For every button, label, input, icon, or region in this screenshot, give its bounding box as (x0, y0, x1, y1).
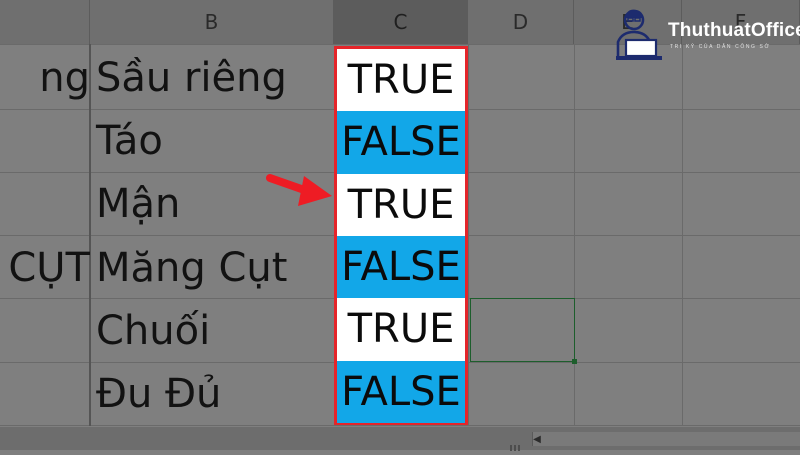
grid-line (574, 44, 575, 426)
scroll-left-icon[interactable]: ◀ (530, 432, 544, 446)
logo-tagline: TRI KỶ CỦA DÂN CÔNG SỞ (670, 44, 771, 50)
grid-line (0, 425, 800, 426)
cell-c2[interactable]: FALSE (337, 111, 465, 174)
column-header-a[interactable] (0, 0, 90, 44)
column-header-b[interactable]: B (90, 0, 334, 44)
right-arrow-icon (266, 174, 332, 206)
brand-logo: ThuthuatOffice TRI KỶ CỦA DÂN CÔNG SỞ (612, 4, 800, 66)
spreadsheet: B C D E F ng CỤT Sầu riêng Táo Mận Măng … (0, 0, 800, 451)
cell-c1[interactable]: TRUE (337, 49, 465, 112)
fill-handle[interactable] (572, 359, 577, 364)
column-header-c[interactable]: C (334, 0, 468, 44)
cell-c4[interactable]: FALSE (337, 235, 465, 299)
cell-c5[interactable]: TRUE (337, 298, 465, 361)
highlighted-range-c: TRUE FALSE TRUE FALSE TRUE FALSE (334, 46, 468, 425)
column-header-d[interactable]: D (468, 0, 574, 44)
logo-name: ThuthuatOffice (668, 20, 800, 41)
cell-c6[interactable]: FALSE (337, 360, 465, 423)
horizontal-scrollbar[interactable] (532, 432, 800, 446)
cell-a4[interactable]: CỤT (0, 236, 90, 299)
person-laptop-icon (616, 9, 662, 60)
selected-cell-d5[interactable] (470, 298, 575, 362)
cell-a3[interactable] (0, 172, 90, 235)
cell-b2[interactable]: Táo (96, 109, 336, 172)
grid-line (682, 44, 683, 426)
cell-b6[interactable]: Đu Đủ (96, 362, 336, 425)
cell-a6[interactable] (0, 362, 90, 425)
cell-b5[interactable]: Chuối (96, 299, 336, 362)
cell-c3[interactable]: TRUE (337, 173, 465, 236)
tab-split-handle[interactable] (510, 436, 522, 451)
cell-b4[interactable]: Măng Cụt (96, 236, 336, 299)
cell-a2[interactable] (0, 109, 90, 172)
grid-line (468, 44, 469, 426)
cell-a1[interactable]: ng (0, 46, 90, 109)
cell-b1[interactable]: Sầu riêng (96, 46, 336, 109)
cell-a5[interactable] (0, 299, 90, 362)
